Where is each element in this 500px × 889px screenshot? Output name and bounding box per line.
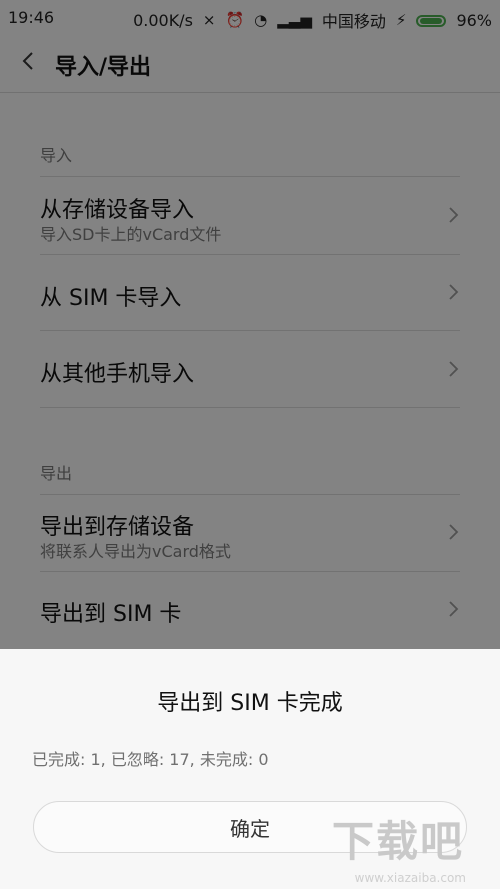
dialog-title: 导出到 SIM 卡完成 <box>157 691 343 716</box>
dialog-scrim[interactable] <box>0 0 500 649</box>
watermark-logo: 下载吧 <box>331 817 464 866</box>
contacts-import-export-screen: 19:46 0.00K/s ⨯ ⏰ ◔ ▂▃▅ 中国移动 ⚡ 96% 导入/导出… <box>0 0 500 889</box>
watermark-url: www.xiazaiba.com <box>354 871 466 885</box>
dialog-message: 已完成: 1, 已忽略: 17, 未完成: 0 <box>32 750 269 769</box>
